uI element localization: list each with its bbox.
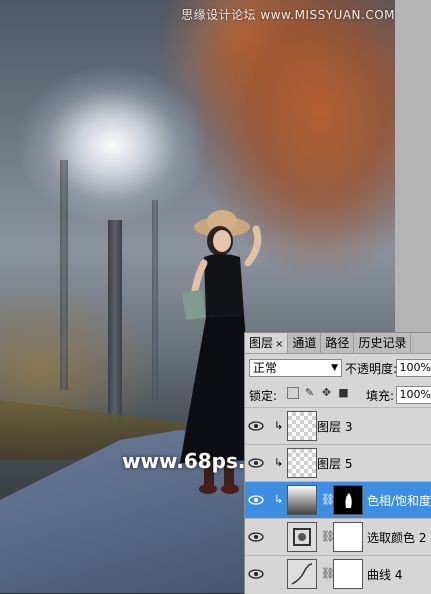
layer-row[interactable]: ⛓ 选取颜色 2 (245, 518, 431, 555)
eye-icon[interactable] (248, 455, 264, 471)
layer-row[interactable]: ↳ 图层 3 (245, 407, 431, 444)
layer-row[interactable]: ↳ 图层 5 (245, 444, 431, 481)
adjustment-thumbnail (287, 485, 317, 515)
layer-thumbnail (287, 448, 317, 478)
chevron-down-icon: ▼ (331, 363, 338, 373)
blend-mode-value: 正常 (253, 361, 278, 375)
brush-lock-icon[interactable]: ✎ (303, 386, 316, 399)
eye-icon[interactable] (248, 529, 264, 545)
layers-panel: 图层 × 通道 路径 历史记录 正常 ▼ 不透明度: 100% 锁定: ✎ ✥ ■… (244, 332, 431, 594)
layer-name[interactable]: 选取颜色 2 (367, 529, 426, 546)
layer-row[interactable]: ⛓ 曲线 4 (245, 555, 431, 592)
tab-layers[interactable]: 图层 × (245, 333, 289, 353)
eye-icon[interactable] (248, 492, 264, 508)
layer-mask-thumbnail[interactable] (333, 522, 363, 552)
watermark-top: 思缘设计论坛 www.MISSYUAN.COM (181, 8, 395, 22)
lock-label: 锁定: (249, 389, 278, 403)
layer-name[interactable]: 图层 5 (317, 455, 352, 472)
layer-mask-thumbnail[interactable] (333, 485, 363, 515)
layer-name[interactable]: 曲线 4 (367, 566, 402, 583)
canvas-background-strip (395, 0, 431, 335)
curves-icon (287, 559, 317, 589)
layers-list: ↳ 图层 3 ↳ 图层 5 ↳ ⛓ 色相/饱和度 ⛓ 选取颜色 2 ⛓ 曲线 4 (245, 407, 431, 594)
tab-paths[interactable]: 路径 (321, 333, 355, 353)
panel-tabs: 图层 × 通道 路径 历史记录 (245, 333, 431, 354)
tree-trunk (152, 200, 158, 400)
close-icon[interactable]: × (275, 339, 283, 350)
layer-name[interactable]: 色相/饱和度 (367, 492, 431, 509)
tree-trunk (60, 160, 68, 390)
eye-icon[interactable] (248, 418, 264, 434)
tab-label: 图层 (249, 336, 274, 350)
layer-thumbnail (287, 411, 317, 441)
eye-icon[interactable] (248, 566, 264, 582)
fill-input[interactable]: 100% (396, 386, 431, 404)
opacity-input[interactable]: 100% (396, 359, 431, 377)
layer-name[interactable]: 图层 3 (317, 418, 352, 435)
transparent-pixels-lock-icon[interactable] (287, 387, 299, 399)
layer-row-selected[interactable]: ↳ ⛓ 色相/饱和度 (245, 481, 431, 518)
lock-icons: ✎ ✥ ■ (287, 386, 350, 399)
tree-trunk (108, 220, 122, 425)
fill-label: 填充: (366, 389, 395, 403)
move-lock-icon[interactable]: ✥ (320, 386, 333, 399)
clipping-arrow-icon: ↳ (274, 419, 284, 432)
selective-color-icon (287, 522, 317, 552)
layer-mask-thumbnail[interactable] (333, 559, 363, 589)
tab-channels[interactable]: 通道 (288, 333, 322, 353)
opacity-label: 不透明度: (345, 362, 398, 376)
clipping-arrow-icon: ↳ (274, 493, 284, 506)
clipping-arrow-icon: ↳ (274, 456, 284, 469)
padlock-icon[interactable]: ■ (337, 386, 350, 399)
blend-mode-select[interactable]: 正常 ▼ (249, 359, 342, 377)
tab-history[interactable]: 历史记录 (354, 333, 412, 353)
